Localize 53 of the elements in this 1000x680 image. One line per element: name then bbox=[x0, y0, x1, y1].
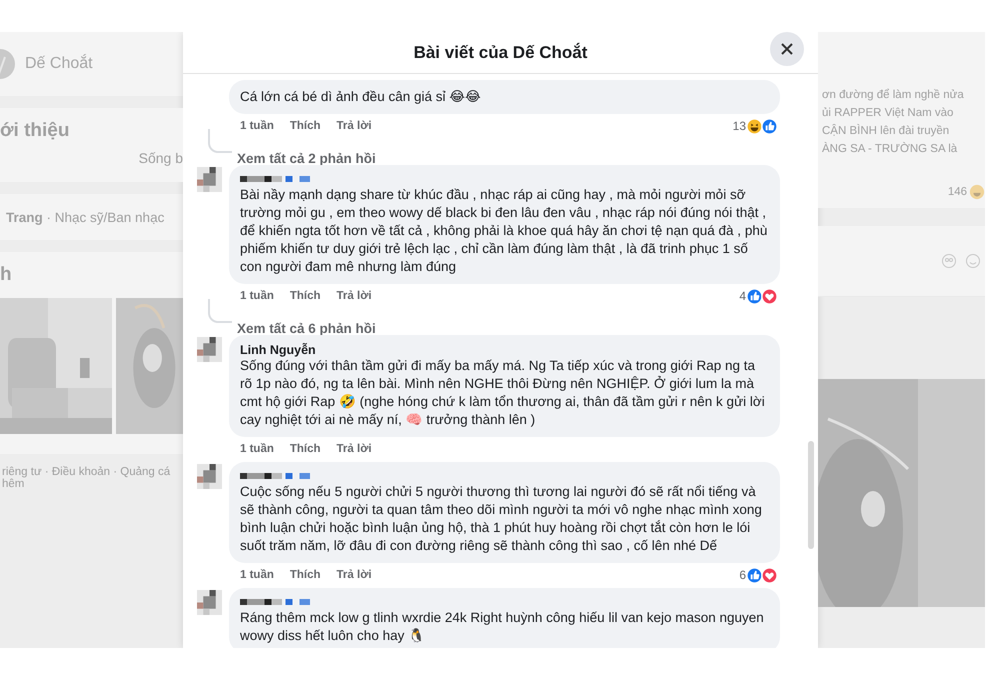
post-text-line: ủi RAPPER Việt Nam vào bbox=[822, 106, 954, 121]
photos-title: h bbox=[0, 264, 13, 286]
comment-time[interactable]: 1 tuần bbox=[240, 290, 274, 302]
page-category: Trang · Nhạc sỹ/Ban nhạc bbox=[6, 210, 164, 224]
comment-text: Ráng thêm mck low g tlinh wxrdie 24k Right huỳnh công hiếu lil van kejo mason nguyen wowy diss hết luôn cho hay 🐧 bbox=[240, 609, 765, 645]
reply-link[interactable]: Trả lời bbox=[336, 120, 372, 132]
pixelated-avatar-icon[interactable] bbox=[197, 590, 222, 615]
emoji-icon[interactable] bbox=[965, 253, 981, 269]
reaction-count[interactable]: 13 bbox=[732, 119, 746, 133]
reply-link[interactable]: Trả lời bbox=[336, 290, 372, 302]
comment-text: Bài nầy mạnh dạng share từ khúc đầu , nhạc ráp ai cũng hay , mà mỏi người mỏi sỡ trường mỏi gu , em theo wowy dế black bi đen lâu đen vâu , nhạc ráp nói đúng nói thật , để khiến ngta tốt hơn về tất cả , không phải là khoe quá hây ăn chơi tệ nạn quá đà , phù phiếm khiến tư duy giới trẻ lệch lạc , chỉ cần làm đúng làm thật , là đã trinh phục 1 số con người đam mê nhưng làm đúng bbox=[240, 186, 768, 276]
like-reaction-icon bbox=[746, 566, 763, 584]
heart-reaction-icon bbox=[761, 288, 778, 304]
comment-text: Cuộc sống nếu 5 người chửi 5 người thương thì tương lai người đó sẽ rất nổi tiếng và sẽ thành công, người ta quan tâm theo dõi mình người ta mới vô nghe nhạc mình xong bình luận chửi hoặc bình luận ủng hộ, thà 1 phút huy hoàng rồi chợt tắt còn hơn le lói suốt trăm năm, lỡ đâu đi con đường riêng sẽ thành công thì sao , cố lên nhé Dế bbox=[240, 483, 763, 555]
pixelated-name-icon bbox=[240, 599, 310, 605]
comment-time[interactable]: 1 tuần bbox=[240, 120, 274, 132]
comment-time[interactable]: 1 tuần bbox=[240, 443, 274, 455]
like-reaction-icon bbox=[746, 288, 763, 304]
post-text-line: ÀNG SA - TRƯỜNG SA là bbox=[822, 141, 958, 157]
reply-link[interactable]: Trả lời bbox=[336, 569, 372, 581]
laughing-face-icon bbox=[969, 184, 985, 200]
thread-line bbox=[208, 129, 232, 153]
close-icon bbox=[780, 42, 794, 56]
like-link[interactable]: Thích bbox=[290, 443, 321, 455]
view-replies-link[interactable]: Xem tất cả 2 phản hồi bbox=[237, 151, 376, 166]
comment-time[interactable]: 1 tuần bbox=[240, 569, 274, 581]
comment-text: Cá lớn cá bé dì ảnh đều cân giá sỉ 😂😂 bbox=[240, 88, 481, 106]
thread-line bbox=[208, 299, 232, 323]
post-text-line: ơn đường để làm nghề nửa bbox=[822, 88, 964, 103]
reaction-count[interactable]: 4 bbox=[739, 289, 746, 303]
like-link[interactable]: Thích bbox=[290, 290, 321, 302]
like-link[interactable]: Thích bbox=[290, 120, 321, 132]
pixelated-name-icon bbox=[240, 176, 310, 182]
reply-link[interactable]: Trả lời bbox=[336, 443, 372, 455]
like-reaction-icon bbox=[761, 118, 778, 134]
pixelated-name-icon bbox=[240, 473, 310, 479]
comment-author[interactable]: Linh Nguyễn bbox=[240, 343, 316, 357]
close-button[interactable] bbox=[770, 32, 804, 66]
sticker-icon[interactable] bbox=[941, 253, 957, 269]
reaction-count[interactable]: 6 bbox=[739, 568, 746, 582]
heart-reaction-icon bbox=[761, 566, 778, 584]
post-text-line: CẬN BÌNH lên đài truyền bbox=[822, 123, 950, 139]
pixelated-avatar-icon[interactable] bbox=[197, 464, 222, 489]
dialog-title: Bài viết của Dế Choắt bbox=[414, 42, 588, 62]
intro-text: Sống b bbox=[138, 150, 183, 166]
laughing-face-icon bbox=[746, 118, 763, 134]
like-link[interactable]: Thích bbox=[290, 569, 321, 581]
pixelated-avatar-icon[interactable] bbox=[197, 337, 222, 362]
intro-title: ới thiệu bbox=[0, 120, 70, 142]
scrollbar-thumb[interactable] bbox=[808, 441, 814, 549]
comment-text: Sống đúng với thân tầm gửi đi mấy ba mấy má. Ng Ta tiếp xúc và trong giới Rap ng ta rõ 1p nào đó, ng ta lên bài. Mình nên NGHE thôi Đừng nên NGHIỆP. Ở giới lum la mà cmt hộ giới Rap 🤣 (nghe hóng chứ k làm tổn thương ai, thân đã tầm gửi r nên k gửi lời cay nghiệt tới ai nè mấy ní, 🧠 trưởng thành lên ) bbox=[240, 357, 766, 429]
view-replies-link[interactable]: Xem tất cả 6 phản hồi bbox=[237, 321, 376, 336]
pixelated-avatar-icon[interactable] bbox=[197, 167, 222, 192]
